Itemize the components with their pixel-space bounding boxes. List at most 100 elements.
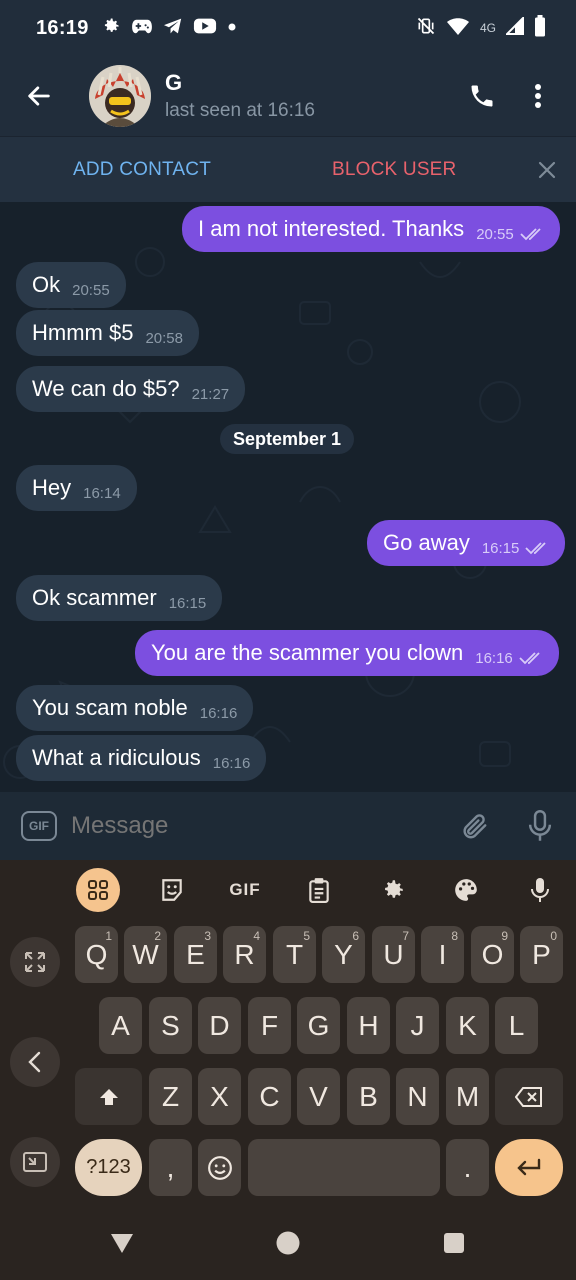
add-contact-button[interactable]: ADD CONTACT bbox=[73, 159, 211, 181]
message-bubble-outgoing[interactable]: You are the scammer you clown 16:16 bbox=[135, 630, 559, 676]
symbols-key[interactable]: ?123 bbox=[75, 1139, 142, 1196]
key-i[interactable]: I8 bbox=[421, 926, 464, 983]
key-label: A bbox=[111, 1009, 130, 1041]
key-hint: 7 bbox=[402, 929, 409, 943]
key-o[interactable]: O9 bbox=[471, 926, 514, 983]
double-check-icon bbox=[520, 227, 544, 241]
key-label: P bbox=[532, 938, 551, 970]
key-label: S bbox=[161, 1009, 180, 1041]
backspace-key[interactable] bbox=[495, 1068, 563, 1125]
key-v[interactable]: V bbox=[297, 1068, 340, 1125]
keyboard-toolbar: GIF bbox=[0, 865, 576, 915]
status-time: 16:19 bbox=[36, 16, 89, 39]
apps-grid-button[interactable] bbox=[76, 868, 120, 912]
key-q[interactable]: Q1 bbox=[75, 926, 118, 983]
message-time: 20:58 bbox=[145, 329, 183, 347]
key-label: J bbox=[410, 1009, 425, 1041]
message-text: Ok scammer bbox=[32, 585, 157, 610]
key-label: G bbox=[307, 1009, 330, 1041]
message-text: We can do $5? bbox=[32, 376, 180, 401]
theme-button[interactable] bbox=[444, 868, 488, 912]
message-time: 16:14 bbox=[83, 484, 121, 502]
key-r[interactable]: R4 bbox=[223, 926, 266, 983]
nav-recents-button[interactable] bbox=[441, 1230, 467, 1256]
voice-input-button[interactable] bbox=[518, 868, 562, 912]
key-p[interactable]: P0 bbox=[520, 926, 563, 983]
key-x[interactable]: X bbox=[198, 1068, 241, 1125]
key-m[interactable]: M bbox=[446, 1068, 489, 1125]
key-hint: 0 bbox=[550, 929, 557, 943]
message-bubble-incoming[interactable]: Hey 16:14 bbox=[16, 465, 137, 511]
system-navigation-bar bbox=[0, 1200, 576, 1280]
period-key[interactable]: . bbox=[446, 1139, 489, 1196]
nav-back-button[interactable] bbox=[109, 1230, 135, 1256]
key-label: L bbox=[508, 1009, 525, 1041]
message-bubble-incoming[interactable]: We can do $5? 21:27 bbox=[16, 366, 246, 412]
message-bubble-incoming[interactable]: Ok 20:55 bbox=[16, 262, 126, 308]
key-b[interactable]: B bbox=[347, 1068, 390, 1125]
nav-home-button[interactable] bbox=[275, 1230, 301, 1256]
message-list[interactable]: I am not interested. Thanks 20:55 Ok 20:… bbox=[0, 202, 576, 792]
message-composer: GIF bbox=[0, 792, 576, 860]
message-bubble-outgoing[interactable]: Go away 16:15 bbox=[367, 520, 566, 566]
phone-icon bbox=[471, 85, 493, 107]
chevron-left-icon bbox=[28, 1051, 41, 1073]
enter-key[interactable] bbox=[495, 1139, 563, 1196]
cursor-left-button[interactable] bbox=[10, 1037, 60, 1087]
emoji-key[interactable] bbox=[198, 1139, 241, 1196]
key-f[interactable]: F bbox=[248, 997, 291, 1054]
key-u[interactable]: U7 bbox=[372, 926, 415, 983]
microphone-icon bbox=[528, 810, 552, 841]
key-l[interactable]: L bbox=[495, 997, 538, 1054]
key-g[interactable]: G bbox=[297, 997, 340, 1054]
keyboard-settings-button[interactable] bbox=[371, 868, 415, 912]
clipboard-button[interactable] bbox=[297, 868, 341, 912]
expand-icon bbox=[25, 952, 45, 972]
key-n[interactable]: N bbox=[396, 1068, 439, 1125]
sticker-button[interactable] bbox=[150, 868, 194, 912]
avatar[interactable] bbox=[89, 65, 151, 127]
attach-button[interactable] bbox=[454, 806, 494, 846]
gif-keyboard-button[interactable]: GIF bbox=[223, 868, 267, 912]
key-j[interactable]: J bbox=[396, 997, 439, 1054]
back-button[interactable] bbox=[0, 56, 78, 136]
block-user-button[interactable]: BLOCK USER bbox=[332, 159, 456, 181]
key-z[interactable]: Z bbox=[149, 1068, 192, 1125]
contact-name: G bbox=[165, 70, 183, 95]
message-bubble-incoming[interactable]: You scam noble 16:16 bbox=[16, 685, 254, 731]
key-s[interactable]: S bbox=[149, 997, 192, 1054]
message-bubble-incoming[interactable]: What a ridiculous 16:16 bbox=[16, 735, 267, 781]
message-time: 21:27 bbox=[191, 385, 230, 403]
voice-record-button[interactable] bbox=[520, 806, 560, 846]
message-text: You scam noble bbox=[32, 695, 188, 720]
message-input[interactable] bbox=[71, 812, 431, 840]
gif-button[interactable]: GIF bbox=[21, 811, 57, 841]
message-time: 16:15 bbox=[168, 594, 207, 612]
key-a[interactable]: A bbox=[99, 997, 142, 1054]
message-bubble-outgoing[interactable]: I am not interested. Thanks 20:55 bbox=[182, 206, 560, 252]
message-time: 20:55 bbox=[476, 225, 514, 243]
key-h[interactable]: H bbox=[347, 997, 390, 1054]
more-options-button[interactable] bbox=[510, 68, 566, 124]
key-w[interactable]: W2 bbox=[124, 926, 167, 983]
call-button[interactable] bbox=[454, 68, 510, 124]
spacebar[interactable] bbox=[248, 1139, 440, 1196]
chat-title-block[interactable]: G last seen at 16:16 bbox=[165, 70, 315, 122]
message-text: Hey bbox=[32, 475, 72, 500]
gear-icon bbox=[101, 16, 121, 41]
floating-keyboard-button[interactable] bbox=[10, 1137, 60, 1187]
key-e[interactable]: E3 bbox=[174, 926, 217, 983]
resize-keyboard-button[interactable] bbox=[10, 937, 60, 987]
close-icon bbox=[538, 161, 556, 178]
close-action-bar-button[interactable] bbox=[536, 159, 558, 181]
key-k[interactable]: K bbox=[446, 997, 489, 1054]
key-t[interactable]: T5 bbox=[273, 926, 316, 983]
key-y[interactable]: Y6 bbox=[322, 926, 365, 983]
wifi-icon bbox=[446, 16, 470, 41]
key-d[interactable]: D bbox=[198, 997, 241, 1054]
message-bubble-incoming[interactable]: Ok scammer 16:15 bbox=[16, 575, 223, 621]
key-c[interactable]: C bbox=[248, 1068, 291, 1125]
shift-key[interactable] bbox=[75, 1068, 142, 1125]
message-bubble-incoming[interactable]: Hmmm $5 20:58 bbox=[16, 310, 199, 356]
comma-key[interactable]: , bbox=[149, 1139, 192, 1196]
